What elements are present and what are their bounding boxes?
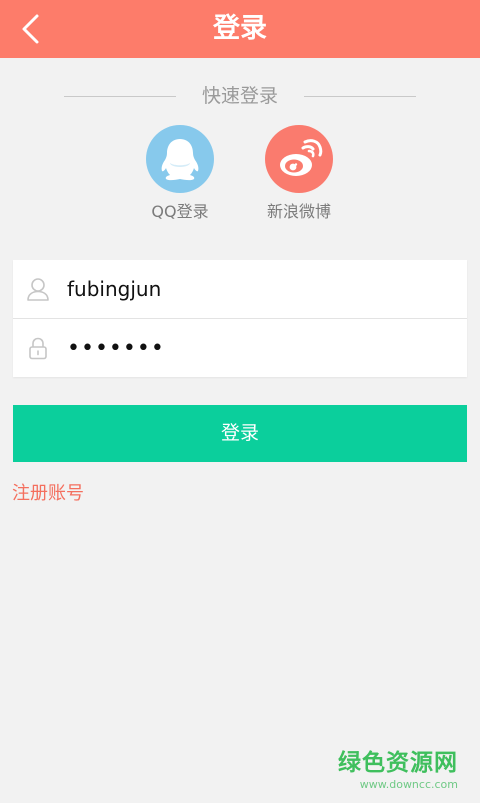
username-input[interactable] [67, 269, 447, 309]
qq-login-button[interactable]: QQ登录 [125, 125, 235, 225]
weibo-icon [265, 125, 333, 193]
page-title: 登录 [213, 13, 267, 44]
watermark-name: 绿色资源网 [338, 750, 458, 776]
top-bar: 登录 [0, 0, 480, 58]
password-row [13, 319, 467, 377]
divider-line-left [64, 96, 176, 97]
weibo-login-button[interactable]: 新浪微博 [244, 125, 354, 225]
watermark-url: www.downcc.com [359, 778, 458, 791]
back-button[interactable] [14, 11, 50, 47]
login-button[interactable]: 登录 [13, 405, 467, 462]
qq-penguin-icon [146, 125, 214, 193]
quick-login-title: 快速登录 [201, 85, 278, 107]
login-form [13, 260, 467, 377]
register-account-link[interactable]: 注册账号 [12, 481, 84, 507]
watermark: 绿色资源网 www.downcc.com [338, 748, 458, 792]
quick-login-header: 快速登录 [0, 82, 480, 110]
weibo-login-label: 新浪微博 [266, 202, 331, 221]
password-input[interactable] [67, 328, 447, 368]
qq-login-label: QQ登录 [151, 202, 209, 221]
lock-icon [29, 337, 47, 360]
username-row [13, 260, 467, 318]
chevron-left-icon [22, 14, 39, 44]
divider-line-right [304, 96, 416, 97]
user-icon [27, 278, 49, 301]
